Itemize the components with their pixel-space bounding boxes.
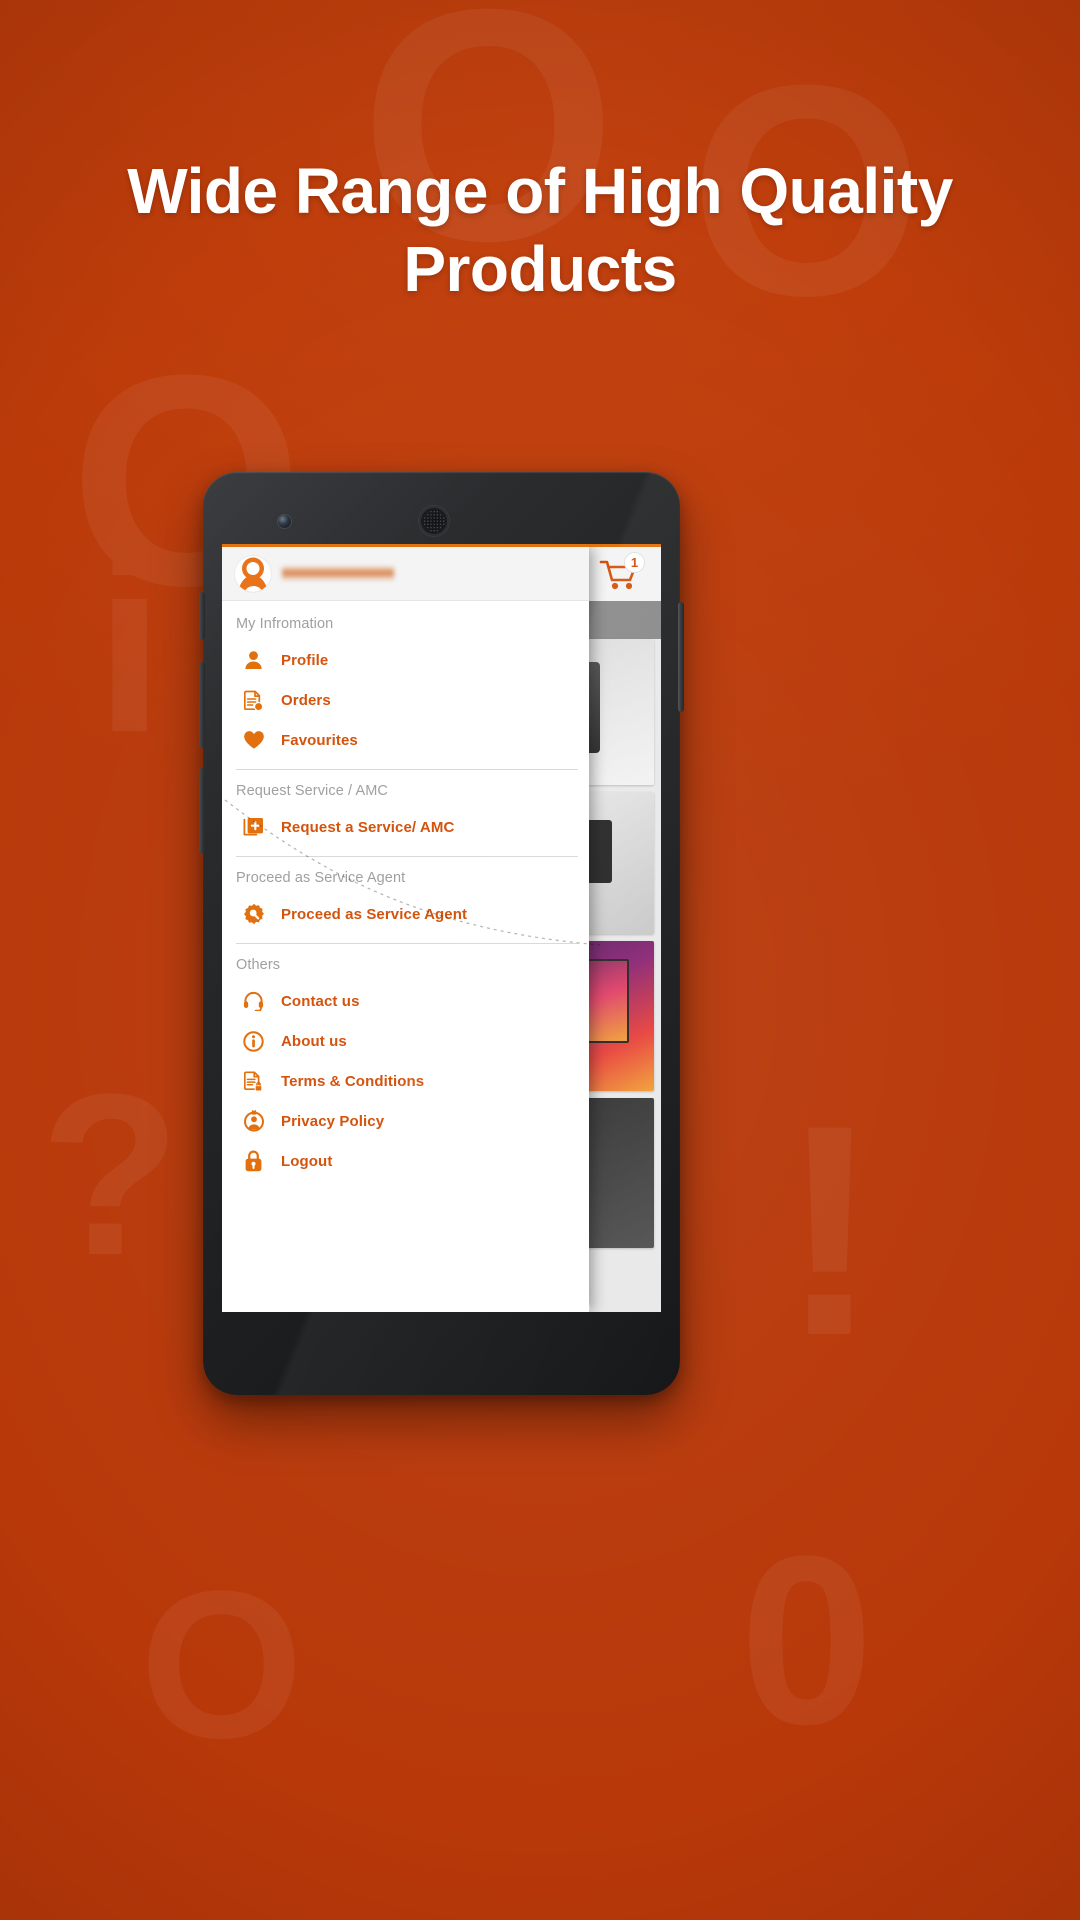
menu-item-label: Privacy Policy [281,1112,385,1130]
username-text [282,566,394,581]
menu-item-request-service[interactable]: Request a Service/ AMC [222,807,589,847]
menu-item-contact-us[interactable]: Contact us [222,981,589,1021]
phone-button-volume-up[interactable] [199,592,205,640]
privacy-person-lock-icon [240,1109,267,1133]
lock-icon [240,1149,267,1173]
speaker-grille-icon [419,506,449,536]
menu-item-label: Proceed as Service Agent [281,905,468,923]
menu-item-orders[interactable]: Orders [222,680,589,720]
menu-item-logout[interactable]: Logout [222,1141,589,1181]
phone-button-power[interactable] [678,602,684,712]
avatar[interactable] [235,555,271,592]
menu-item-privacy-policy[interactable]: Privacy Policy [222,1101,589,1141]
phone-button-volume-down[interactable] [199,662,205,748]
add-square-icon [240,815,267,839]
person-icon [240,648,267,672]
menu-item-label: Terms & Conditions [281,1072,425,1090]
phone-screen: 1 My Infromation Profile Orders Favourit… [222,544,661,1312]
phone-device: 1 My Infromation Profile Orders Favourit… [199,472,684,1395]
menu-item-proceed-as-service-agent[interactable]: Proceed as Service Agent [222,894,589,934]
menu-item-label: Favourites [281,731,358,749]
menu-item-profile[interactable]: Profile [222,640,589,680]
menu-item-label: About us [281,1032,347,1050]
menu-item-label: Contact us [281,992,360,1010]
cart-badge: 1 [624,552,645,573]
menu-item-about-us[interactable]: About us [222,1021,589,1061]
status-accent-bar [222,544,661,547]
menu-item-label: Request a Service/ AMC [281,818,455,836]
gear-search-icon [240,902,267,926]
page-title: Wide Range of High Quality Products [127,155,953,306]
drawer-header[interactable] [222,547,589,601]
heart-icon [240,728,267,752]
menu-item-label: Orders [281,691,331,709]
cart-button[interactable]: 1 [597,552,647,598]
navigation-drawer: My Infromation Profile Orders Favourites… [222,547,589,1312]
menu-item-label: Logout [281,1152,333,1170]
section-title-my-information: My Infromation [236,616,334,632]
drawer-menu: My Infromation Profile Orders Favourites… [222,601,589,1312]
section-title-others: Others [236,957,281,973]
section-title-request-service: Request Service / AMC [236,783,388,799]
info-circle-icon [240,1029,267,1053]
headset-icon [240,989,267,1013]
menu-item-label: Profile [281,651,329,669]
menu-item-terms-conditions[interactable]: Terms & Conditions [222,1061,589,1101]
camera-icon [278,515,291,528]
phone-button-extra[interactable] [199,768,205,854]
menu-item-favourites[interactable]: Favourites [222,720,589,760]
section-title-service-agent: Proceed as Service Agent [236,870,406,886]
document-lock-icon [240,1069,267,1093]
document-list-icon [240,688,267,712]
